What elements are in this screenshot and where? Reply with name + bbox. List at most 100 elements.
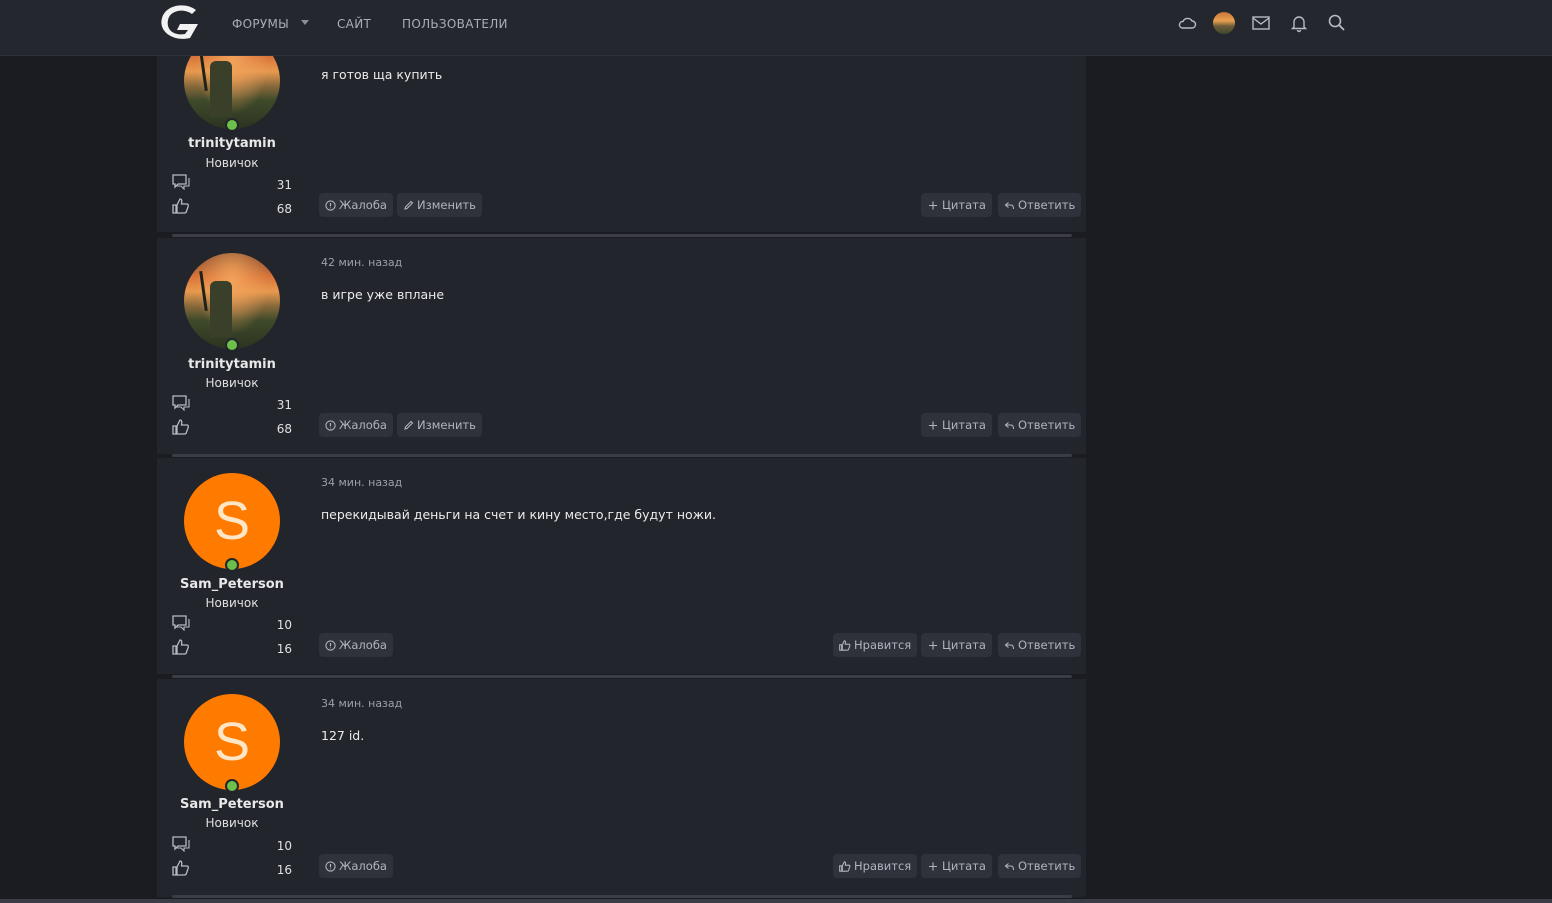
quote-label: Цитата bbox=[942, 418, 986, 432]
reply-icon bbox=[1004, 421, 1015, 429]
post: S Sam_Peterson Новичок 10 16 34 мин. наз… bbox=[157, 458, 1086, 674]
post-text: я готов ща купить bbox=[321, 67, 443, 82]
author-title: Новичок bbox=[205, 816, 259, 830]
nav-site[interactable]: САЙТ bbox=[337, 17, 371, 31]
quote-button[interactable]: Цитата bbox=[921, 413, 992, 437]
window-bottom-edge bbox=[0, 899, 1552, 903]
edit-button[interactable]: Изменить bbox=[397, 413, 482, 437]
author-name[interactable]: Sam_Peterson bbox=[157, 797, 307, 812]
post-divider bbox=[172, 675, 1072, 678]
thumbs-up-icon bbox=[172, 419, 189, 435]
report-icon bbox=[325, 860, 336, 872]
nav-users[interactable]: ПОЛЬЗОВАТЕЛИ bbox=[402, 17, 508, 31]
post-divider bbox=[172, 454, 1072, 457]
author-title: Новичок bbox=[205, 596, 259, 610]
plus-icon bbox=[929, 641, 937, 649]
author-name[interactable]: trinitytamin bbox=[157, 357, 307, 372]
reactions-count: 16 bbox=[276, 863, 292, 877]
reactions-count: 16 bbox=[276, 642, 292, 656]
report-button[interactable]: Жалоба bbox=[319, 854, 393, 878]
like-label: Нравится bbox=[854, 638, 912, 652]
post-date[interactable]: 34 мин. назад bbox=[321, 476, 402, 489]
report-label: Жалоба bbox=[339, 638, 387, 652]
user-avatar[interactable] bbox=[1213, 12, 1235, 34]
reply-button[interactable]: Ответить bbox=[998, 633, 1082, 657]
mail-icon[interactable] bbox=[1251, 13, 1271, 33]
reply-button[interactable]: Ответить bbox=[998, 193, 1082, 217]
post-divider bbox=[172, 234, 1072, 237]
online-status-icon bbox=[225, 338, 239, 352]
post-date[interactable]: 34 мин. назад bbox=[321, 697, 402, 710]
report-label: Жалоба bbox=[339, 198, 387, 212]
thumbs-up-icon bbox=[839, 639, 851, 651]
reactions-count: 68 bbox=[276, 202, 292, 216]
reactions-count: 68 bbox=[276, 422, 292, 436]
nav-forums[interactable]: ФОРУМЫ bbox=[232, 17, 289, 31]
author-avatar[interactable] bbox=[184, 253, 280, 349]
post: S Sam_Peterson Новичок 10 16 34 мин. наз… bbox=[157, 679, 1086, 897]
messages-count: 31 bbox=[276, 398, 292, 412]
report-icon bbox=[325, 199, 336, 211]
author-title: Новичок bbox=[205, 156, 259, 170]
messages-count: 10 bbox=[276, 839, 292, 853]
plus-icon bbox=[929, 421, 937, 429]
messages-count: 10 bbox=[276, 618, 292, 632]
post-text: в игре уже вплане bbox=[321, 287, 445, 302]
reply-label: Ответить bbox=[1018, 638, 1076, 652]
messages-icon bbox=[172, 395, 190, 411]
quote-label: Цитата bbox=[942, 638, 986, 652]
reply-icon bbox=[1004, 641, 1015, 649]
reply-label: Ответить bbox=[1018, 859, 1076, 873]
messages-count: 31 bbox=[276, 178, 292, 192]
report-icon bbox=[325, 639, 336, 651]
author-avatar[interactable]: S bbox=[184, 473, 280, 569]
author-name[interactable]: trinitytamin bbox=[157, 136, 307, 151]
bell-icon[interactable] bbox=[1289, 13, 1309, 33]
post-date[interactable]: 42 мин. назад bbox=[321, 256, 402, 269]
report-button[interactable]: Жалоба bbox=[319, 413, 393, 437]
quote-label: Цитата bbox=[942, 859, 986, 873]
reply-icon bbox=[1004, 201, 1015, 209]
chevron-down-icon[interactable] bbox=[301, 20, 309, 25]
report-icon bbox=[325, 419, 336, 431]
thumbs-up-icon bbox=[172, 860, 189, 876]
reply-button[interactable]: Ответить bbox=[998, 854, 1082, 878]
post-divider bbox=[172, 895, 1072, 898]
quote-button[interactable]: Цитата bbox=[921, 854, 992, 878]
report-label: Жалоба bbox=[339, 859, 387, 873]
reply-label: Ответить bbox=[1018, 418, 1076, 432]
author-avatar[interactable]: S bbox=[184, 694, 280, 790]
reply-button[interactable]: Ответить bbox=[998, 413, 1082, 437]
plus-icon bbox=[929, 201, 937, 209]
top-navigation: ФОРУМЫ САЙТ ПОЛЬЗОВАТЕЛИ bbox=[0, 0, 1552, 56]
thumbs-up-icon bbox=[172, 639, 189, 655]
online-status-icon bbox=[225, 779, 239, 793]
edit-button[interactable]: Изменить bbox=[397, 193, 482, 217]
like-button[interactable]: Нравится bbox=[833, 633, 918, 657]
edit-label: Изменить bbox=[417, 418, 476, 432]
messages-icon bbox=[172, 836, 190, 852]
report-button[interactable]: Жалоба bbox=[319, 193, 393, 217]
messages-icon bbox=[172, 174, 190, 190]
messages-icon bbox=[172, 615, 190, 631]
report-label: Жалоба bbox=[339, 418, 387, 432]
author-name[interactable]: Sam_Peterson bbox=[157, 577, 307, 592]
online-status-icon bbox=[225, 558, 239, 572]
quote-label: Цитата bbox=[942, 198, 986, 212]
post-text: 127 id. bbox=[321, 728, 365, 743]
plus-icon bbox=[929, 862, 937, 870]
pencil-icon bbox=[404, 200, 414, 210]
quote-button[interactable]: Цитата bbox=[921, 633, 992, 657]
site-logo[interactable] bbox=[156, 2, 204, 44]
pencil-icon bbox=[404, 420, 414, 430]
edit-label: Изменить bbox=[417, 198, 476, 212]
online-status-icon bbox=[225, 118, 239, 132]
thumbs-up-icon bbox=[172, 198, 189, 214]
cloud-icon[interactable] bbox=[1177, 13, 1197, 33]
report-button[interactable]: Жалоба bbox=[319, 633, 393, 657]
quote-button[interactable]: Цитата bbox=[921, 193, 992, 217]
search-icon[interactable] bbox=[1327, 13, 1347, 33]
post-text: перекидывай деньги на счет и кину место,… bbox=[321, 507, 717, 522]
post: trinitytamin Новичок 31 68 42 мин. назад… bbox=[157, 238, 1086, 454]
like-button[interactable]: Нравится bbox=[833, 854, 918, 878]
